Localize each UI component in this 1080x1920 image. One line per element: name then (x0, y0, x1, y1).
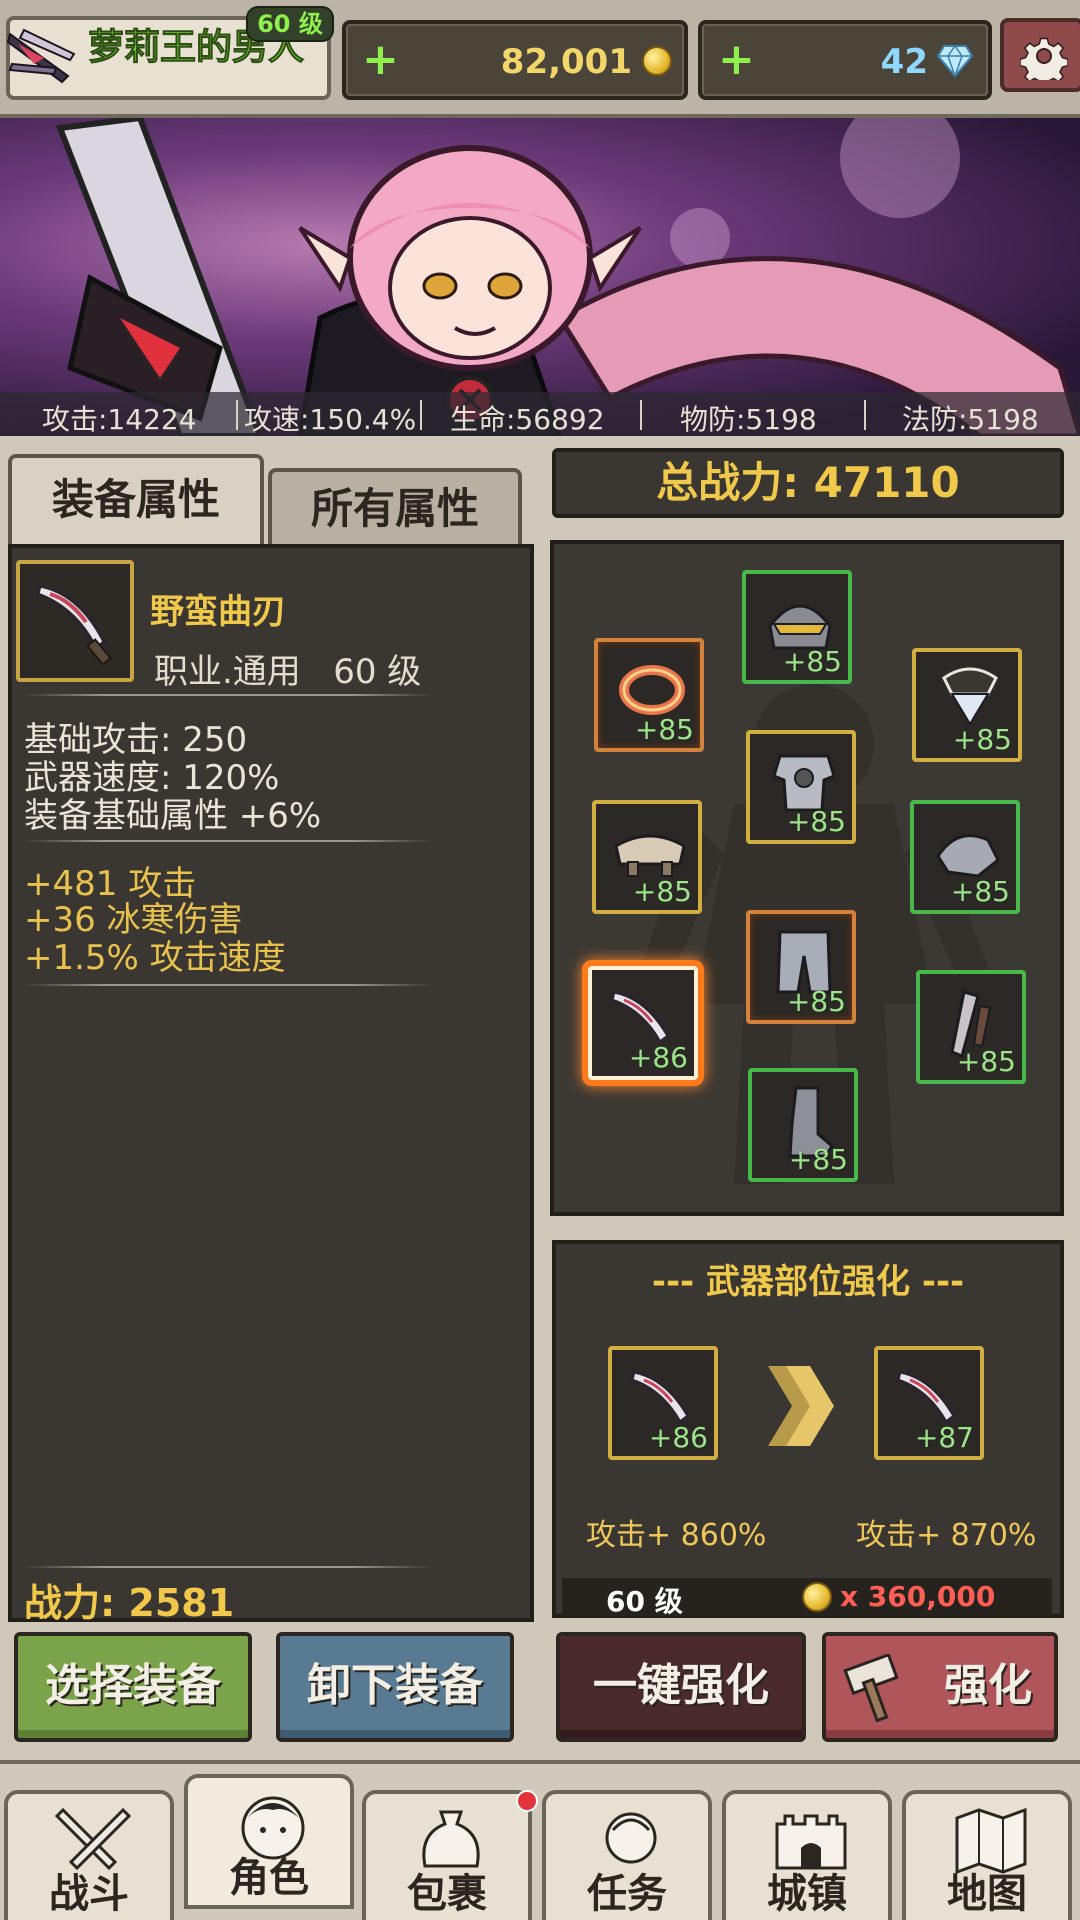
helmet-slot[interactable]: +85 (742, 570, 852, 684)
stat-physical-defense: 物防:5198 (680, 403, 817, 436)
select-equipment-button[interactable]: 选择装备 (14, 1632, 252, 1742)
shoulder-slot[interactable]: +85 (592, 800, 702, 914)
pants-level: +85 (786, 985, 846, 1018)
curved-blade-icon (36, 584, 112, 666)
stat-divider (420, 400, 422, 430)
ring-level: +85 (634, 713, 694, 746)
gear-icon (1020, 37, 1068, 80)
gem-resource: + 42 (698, 20, 992, 100)
stat-divider (236, 400, 238, 430)
item-detail-panel (8, 544, 534, 1622)
settings-button[interactable] (1000, 18, 1080, 92)
hammer-icon (843, 1654, 899, 1723)
add-gold-icon[interactable]: + (362, 38, 399, 82)
character-banner (0, 118, 1080, 436)
nav-label: 角色 (229, 1855, 309, 1901)
necklace-slot[interactable]: +85 (912, 648, 1022, 762)
necklace-level: +85 (952, 723, 1012, 756)
total-power: 总战力: 47110 (552, 448, 1064, 518)
nav-town[interactable]: 城镇 (722, 1790, 892, 1920)
divider (24, 840, 432, 842)
notification-dot (516, 1790, 538, 1812)
gem-amount: 42 (880, 42, 928, 82)
helmet-level: +85 (782, 645, 842, 678)
gold-coin-icon (802, 1582, 832, 1612)
unequip-button[interactable]: 卸下装备 (276, 1632, 514, 1742)
stat-attack-speed: 攻速:150.4% (244, 403, 417, 436)
item-power: 战力: 2581 (24, 1581, 235, 1625)
ring-slot[interactable]: +85 (594, 638, 704, 752)
enhance-to-value: 攻击+ 870% (856, 1518, 1037, 1553)
offhand-level: +85 (956, 1045, 1016, 1078)
auto-enhance-button[interactable]: 一键强化 (556, 1632, 806, 1742)
chest-armor-level: +85 (786, 805, 846, 838)
boots-slot[interactable]: +85 (748, 1068, 858, 1182)
weapon-slot[interactable]: +86 (588, 966, 698, 1080)
gloves-slot[interactable]: +85 (910, 800, 1020, 914)
tab-equip-attributes[interactable]: 装备属性 (8, 454, 264, 544)
bonus-attack-speed-line: +1.5% 攻击速度 (24, 938, 286, 978)
add-gem-icon[interactable]: + (718, 38, 755, 82)
enhance-to-slot: +87 (874, 1346, 984, 1460)
gold-resource: + 82,001 (342, 20, 688, 100)
nav-quest[interactable]: 任务 (542, 1790, 712, 1920)
tab-all-attributes[interactable]: 所有属性 (268, 468, 522, 544)
enhance-to-level: +87 (914, 1421, 974, 1454)
player-weapon-icon (6, 28, 76, 84)
nav-character[interactable]: 角色 (184, 1774, 354, 1909)
enhance-from-value: 攻击+ 860% (586, 1518, 767, 1553)
nav-label: 战斗 (49, 1871, 129, 1917)
enhance-button[interactable]: 强化 (822, 1632, 1058, 1742)
stat-attack: 攻击:14224 (42, 403, 197, 436)
shoulder-level: +85 (632, 875, 692, 908)
gloves-level: +85 (950, 875, 1010, 908)
nav-label: 包裹 (407, 1871, 487, 1917)
nav-label: 城镇 (767, 1871, 847, 1917)
player-level-badge: 60 级 (246, 6, 334, 42)
diamond-icon (936, 44, 974, 78)
item-job-level: 职业.通用 60 级 (154, 652, 422, 692)
pants-slot[interactable]: +85 (746, 910, 856, 1024)
enhance-title: --- 武器部位强化 --- (651, 1262, 965, 1302)
stat-health: 生命:56892 (450, 403, 605, 436)
weapon-level: +86 (628, 1041, 688, 1074)
stat-divider (864, 400, 866, 430)
base-bonus-line: 装备基础属性 +6% (24, 796, 322, 836)
gold-coin-icon (642, 46, 672, 76)
divider (24, 694, 432, 696)
stat-divider (640, 400, 642, 430)
enhance-required-level: 60 级 (606, 1585, 683, 1618)
divider (24, 1566, 432, 1568)
boots-level: +85 (788, 1143, 848, 1176)
chest-armor-slot[interactable]: +85 (746, 730, 856, 844)
item-icon-slot (16, 560, 134, 682)
enhance-from-slot: +86 (608, 1346, 718, 1460)
item-name: 野蛮曲刃 (150, 592, 286, 632)
nav-label: 地图 (947, 1871, 1027, 1917)
nav-label: 任务 (587, 1871, 667, 1917)
enhance-from-level: +86 (648, 1421, 708, 1454)
enhance-cost: x 360,000 (840, 1580, 996, 1613)
stat-magic-defense: 法防:5198 (902, 403, 1039, 436)
nav-battle[interactable]: 战斗 (4, 1790, 174, 1920)
double-chevron-icon (768, 1366, 834, 1446)
nav-bag[interactable]: 包裹 (362, 1790, 532, 1920)
offhand-slot[interactable]: +85 (916, 970, 1026, 1084)
enhance-button-label: 强化 (944, 1660, 1032, 1711)
gold-amount: 82,001 (500, 42, 632, 82)
divider (24, 984, 432, 986)
nav-map[interactable]: 地图 (902, 1790, 1072, 1920)
character-portrait (55, 118, 1080, 436)
